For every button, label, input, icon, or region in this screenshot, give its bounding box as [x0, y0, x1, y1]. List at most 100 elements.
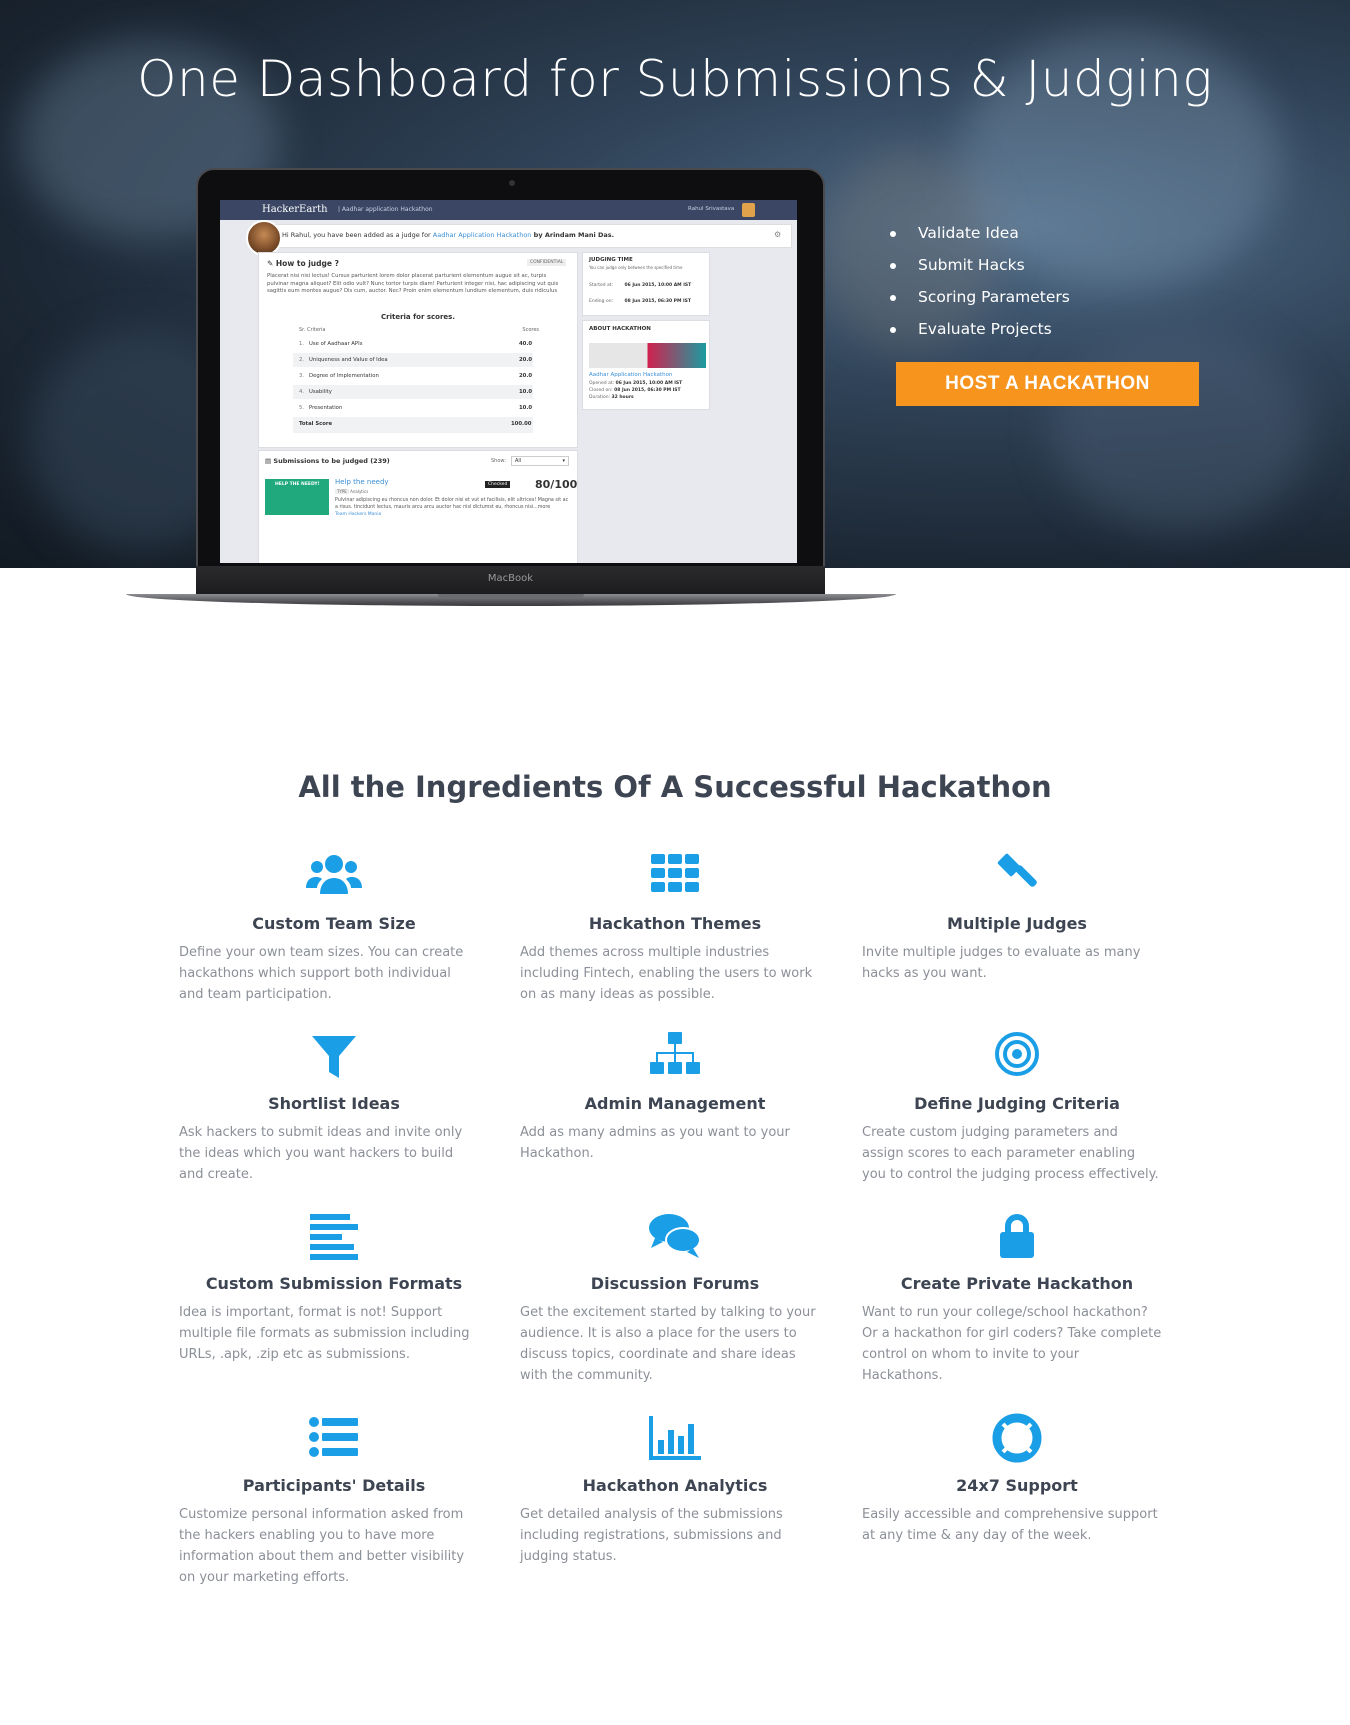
- criteria-no: 4.: [299, 389, 305, 395]
- criteria-row: 5. Presentation 10.0: [293, 401, 533, 415]
- thumbnail-text: HELP THE NEEDY!: [275, 482, 320, 487]
- ending-value: 08 Jun 2015, 06:30 PM IST: [624, 299, 692, 304]
- started-value: 06 Jun 2015, 10:00 AM IST: [624, 283, 692, 288]
- criteria-score: 20.0: [519, 357, 533, 363]
- confidential-badge: CONFIDENTIAL: [527, 259, 567, 266]
- hackathon-banner: [589, 343, 706, 368]
- closed-label: Closed on:: [589, 388, 613, 393]
- screen-brand: HackerEarth: [262, 204, 328, 215]
- screen-user-avatar: [742, 203, 755, 217]
- laptop-mockup: HackerEarth | Aadhar application Hackath…: [196, 168, 825, 598]
- show-select-value: All: [515, 458, 522, 464]
- submissions-title: ▤ Submissions to be judged (239): [265, 457, 390, 465]
- ending-label: Ending on:: [589, 299, 614, 304]
- background-blur: [1050, 330, 1310, 530]
- feature-title: Hackathon Analytics: [582, 1476, 768, 1495]
- feature-text: Want to run your college/school hackatho…: [862, 1305, 1162, 1383]
- duration-label: Duration:: [589, 395, 611, 400]
- tag-type: TYPE: [335, 489, 349, 494]
- total-label: Total Score: [299, 421, 333, 427]
- how-to-judge-card: ✎ How to judge ? CONFIDENTIAL Placerat n…: [258, 252, 578, 448]
- feature-title: Multiple Judges: [947, 914, 1087, 933]
- submissions-title-text: Submissions to be judged (239): [273, 457, 390, 465]
- criteria-name: Uniqueness and Value of Idea: [309, 357, 388, 363]
- about-closed: Closed on: 08 Jun 2015, 06:30 PM IST: [589, 388, 681, 393]
- criteria-row: 2. Uniqueness and Value of Idea 20.0: [293, 353, 533, 367]
- started-label: Started at:: [589, 283, 614, 288]
- feature-text: Invite multiple judges to evaluate as ma…: [862, 945, 1141, 981]
- criteria-name: Use of Aadhaar APIs: [309, 341, 363, 347]
- checked-badge: Checked: [485, 481, 511, 488]
- feature-text: Easily accessible and comprehensive supp…: [862, 1507, 1158, 1543]
- judge-avatar: [246, 220, 282, 256]
- gavel-icon: ✎: [267, 259, 276, 268]
- greeting-author: by Arindam Mani Das.: [531, 231, 615, 239]
- section-title: All the Ingredients Of A Successful Hack…: [298, 770, 1052, 804]
- criteria-score: 40.0: [519, 341, 533, 347]
- judging-time-sub: You can judge only between the specified…: [589, 265, 683, 270]
- criteria-no: 2.: [299, 357, 305, 363]
- show-label: Show:: [491, 458, 506, 464]
- criteria-row: 4. Usability 10.0: [293, 385, 533, 399]
- feature-title: Define Judging Criteria: [914, 1094, 1120, 1113]
- dashboard-screenshot: HackerEarth | Aadhar application Hackath…: [220, 200, 797, 563]
- criteria-score: 10.0: [519, 405, 533, 411]
- comments-icon: [520, 1210, 830, 1266]
- how-to-judge-heading: ✎ How to judge ?: [267, 259, 339, 268]
- feature-text: Get detailed analysis of the submissions…: [520, 1507, 783, 1564]
- hero-feature-item: Submit Hacks: [888, 256, 1070, 288]
- hero-feature-item: Evaluate Projects: [888, 320, 1070, 352]
- feature-text: Get the excitement started by talking to…: [520, 1305, 816, 1383]
- judge-notice-text: Hi Rahul, you have been added as a judge…: [282, 231, 614, 239]
- judging-time-card: JUDGING TIME You can judge only between …: [582, 252, 710, 316]
- hero-feature-item: Scoring Parameters: [888, 288, 1070, 320]
- submission-score: 80/100: [535, 478, 578, 491]
- submission-title[interactable]: Help the needy: [335, 478, 389, 486]
- lock-icon: [862, 1210, 1172, 1266]
- host-hackathon-button[interactable]: HOST A HACKATHON: [896, 362, 1199, 406]
- submission-text: Pulvinar adipiscing eu rhoncus non dolor…: [335, 498, 569, 510]
- criteria-score: 10.0: [519, 389, 533, 395]
- criteria-row: 3. Degree of Implementation 20.0: [293, 369, 533, 383]
- chevron-down-icon: ▾: [562, 458, 565, 464]
- about-title: ABOUT HACKATHON: [589, 326, 651, 332]
- feature-title: Discussion Forums: [590, 1274, 760, 1293]
- criteria-no: 1.: [299, 341, 305, 347]
- gear-icon: ⚙: [774, 230, 782, 239]
- hero-feature-list: Validate Idea Submit Hacks Scoring Param…: [888, 224, 1070, 352]
- align-left-icon: [179, 1210, 489, 1266]
- about-hackathon-card: ABOUT HACKATHON Aadhar Application Hacka…: [582, 320, 710, 410]
- total-value: 100.00: [511, 421, 532, 427]
- opened-label: Opened at:: [589, 381, 615, 386]
- screen-breadcrumb: | Aadhar application Hackathon: [338, 206, 433, 213]
- screen-username: Rahul Srivastava: [688, 206, 735, 212]
- criteria-title: Criteria for scores.: [381, 313, 455, 321]
- feature-title: Custom Submission Formats: [205, 1274, 463, 1293]
- target-icon: [862, 1030, 1172, 1086]
- criteria-no: 5.: [299, 405, 305, 411]
- feature-title: 24x7 Support: [956, 1476, 1078, 1495]
- feature-text: Add themes across multiple industries in…: [520, 945, 813, 1002]
- feature-title: Custom Team Size: [252, 914, 416, 933]
- feature-title: Shortlist Ideas: [268, 1094, 400, 1113]
- submission-team: Team Hackers Mania: [335, 512, 382, 517]
- laptop-brand-label: MacBook: [487, 573, 534, 584]
- feature-title: Participants' Details: [242, 1476, 426, 1495]
- criteria-col-name: Criteria: [306, 327, 326, 333]
- criteria-row: 1. Use of Aadhaar APIs 40.0: [293, 337, 533, 351]
- life-ring-icon: [862, 1412, 1172, 1468]
- closed-value: 08 Jun 2015, 06:30 PM IST: [614, 388, 681, 393]
- show-select[interactable]: All ▾: [511, 456, 569, 466]
- feature-text: Add as many admins as you want to your H…: [520, 1125, 790, 1161]
- how-to-judge-title: How to judge ?: [275, 259, 339, 268]
- criteria-name: Presentation: [309, 405, 343, 411]
- about-name: Aadhar Application Hackathon: [589, 372, 673, 378]
- grid-icon: [520, 850, 830, 906]
- feature-title: Hackathon Themes: [588, 914, 762, 933]
- feature-title: Create Private Hackathon: [900, 1274, 1134, 1293]
- feature-text: Customize personal information asked fro…: [179, 1507, 465, 1585]
- feature-text: Idea is important, format is not! Suppor…: [179, 1305, 470, 1362]
- duration-value: 32 hours: [611, 395, 634, 400]
- hero-title: One Dashboard for Submissions & Judging: [137, 50, 1213, 108]
- users-icon: [179, 850, 489, 906]
